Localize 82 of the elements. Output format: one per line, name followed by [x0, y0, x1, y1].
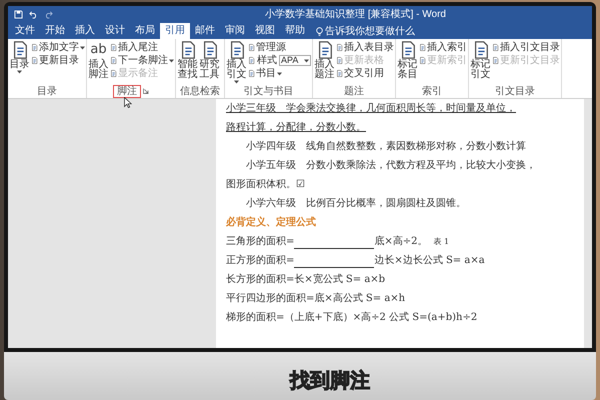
caret-icon — [277, 72, 282, 76]
group-label: 引文目录 — [494, 86, 536, 96]
paragraph: 小学三年级 学会乘法交换律，几何面积周长等，时间量及单位， — [226, 102, 517, 116]
ribbon-button[interactable]: 目录 — [9, 41, 30, 85]
document-icon — [336, 70, 343, 77]
ribbon-tab[interactable]: 引用 — [160, 23, 190, 39]
paragraph: 小学四年级 线角自然数整数，素因数梯形对称，分数小数计算 — [245, 140, 527, 154]
document-icon — [419, 44, 426, 51]
document-icon — [248, 57, 255, 64]
ribbon-button[interactable]: 交叉引用 — [336, 67, 394, 80]
caret-icon — [234, 80, 239, 84]
paragraph: 小学六年级 比例百分比概率，圆扇圆柱及圆锥。 — [245, 197, 467, 211]
ribbon-button[interactable]: 添加文字 — [31, 41, 85, 54]
caret-icon — [169, 58, 174, 62]
group-label: 引文与书目 — [242, 86, 294, 96]
group-label: 脚注 — [113, 84, 141, 98]
paragraph: 小学五年级 分数小数乘除法，代数方程及平均，比较大小变换， — [245, 159, 537, 173]
table-caption: 表 1 — [434, 236, 450, 248]
section-heading: 必背定义、定理公式 — [226, 216, 317, 230]
ribbon-tab[interactable]: 文件 — [10, 23, 40, 39]
document-icon — [336, 44, 343, 51]
footnote-icon: ab — [90, 41, 107, 59]
ribbon-tab[interactable]: 视图 — [250, 23, 280, 39]
document-icon — [110, 57, 117, 64]
document-icon — [31, 57, 38, 64]
caret-icon — [17, 70, 22, 74]
document-icon — [248, 70, 255, 77]
video-caption: 找到脚注 — [290, 368, 370, 394]
save-icon[interactable] — [14, 10, 23, 18]
style-dropdown[interactable]: APA — [279, 55, 311, 66]
document-icon — [110, 70, 117, 77]
ribbon-button[interactable]: 下一条脚注 — [110, 54, 174, 67]
undo-icon[interactable] — [29, 10, 38, 18]
document-icon — [492, 57, 499, 64]
ribbon-button[interactable]: 标记引文 — [470, 41, 491, 85]
ribbon-button[interactable]: 更新目录 — [31, 54, 85, 67]
paragraph: 平行四边形的面积=底×高公式 S= a×h — [226, 292, 406, 306]
document-icon — [248, 44, 255, 51]
ribbon-button[interactable]: 插入索引 — [419, 41, 467, 54]
document-icon — [336, 57, 343, 64]
group-label: 题注 — [343, 86, 365, 96]
paragraph: 长方形的面积=长×宽公式 S= a×b — [226, 273, 386, 287]
ribbon-button[interactable]: ab 插入脚注 — [88, 41, 109, 85]
lightbulb-icon — [316, 26, 323, 36]
document-icon — [31, 44, 38, 51]
paragraph: 路程计算，分配律，分数小数。 — [226, 121, 367, 135]
paragraph: 梯形的面积=（上底+下底）×高÷2 公式 S=(a+b)h÷2 — [226, 311, 478, 325]
window-title: 小学数学基础知识整理 [兼容模式] - Word — [265, 8, 446, 22]
ribbon-button[interactable]: 管理源 — [248, 41, 311, 54]
ribbon-button[interactable]: 插入表目录 — [336, 41, 394, 54]
ribbon-tab[interactable]: 设计 — [100, 23, 130, 39]
formula-text: 三角形的面积= — [226, 235, 294, 249]
tell-me-search[interactable]: 告诉我你想要做什么 — [325, 24, 415, 38]
ribbon-button[interactable]: 书目 — [248, 67, 311, 80]
ribbon-button[interactable]: 插入引文目录 — [492, 41, 560, 54]
ribbon-tab[interactable]: 插入 — [70, 23, 100, 39]
dialog-launcher-icon[interactable] — [143, 88, 149, 94]
ribbon-tab[interactable]: 审阅 — [220, 23, 250, 39]
formula-text: 边长×边长公式 S= a×a — [374, 254, 485, 268]
ribbon-button[interactable]: 智能查找 — [177, 41, 198, 85]
caret-icon — [304, 58, 309, 62]
redo-icon[interactable] — [44, 10, 53, 18]
group-label: 目录 — [36, 86, 58, 96]
caret-icon — [80, 46, 85, 50]
document-icon — [110, 44, 117, 51]
document-icon — [419, 57, 426, 64]
formula-text: 正方形的面积= — [226, 254, 294, 268]
ribbon-tab[interactable]: 布局 — [130, 23, 160, 39]
ribbon-tab[interactable]: 邮件 — [190, 23, 220, 39]
ribbon-button[interactable]: 插入题注 — [314, 41, 335, 85]
formula-text: 底×高÷2。 — [374, 235, 428, 249]
document-icon — [492, 44, 499, 51]
paragraph: 图形面积体积。☑ — [226, 178, 306, 192]
ribbon-button[interactable]: 研究工具 — [199, 41, 220, 85]
group-label: 信息检索 — [179, 86, 221, 96]
ribbon-tab[interactable]: 开始 — [40, 23, 70, 39]
ribbon-button[interactable]: 标记条目 — [397, 41, 418, 85]
ribbon-button[interactable]: 插入尾注 — [110, 41, 174, 54]
ribbon-tab[interactable]: 帮助 — [280, 23, 310, 39]
ribbon-button[interactable]: 插入引文 — [226, 41, 247, 85]
group-label: 索引 — [421, 86, 443, 96]
style-label: 样式 — [257, 54, 277, 66]
